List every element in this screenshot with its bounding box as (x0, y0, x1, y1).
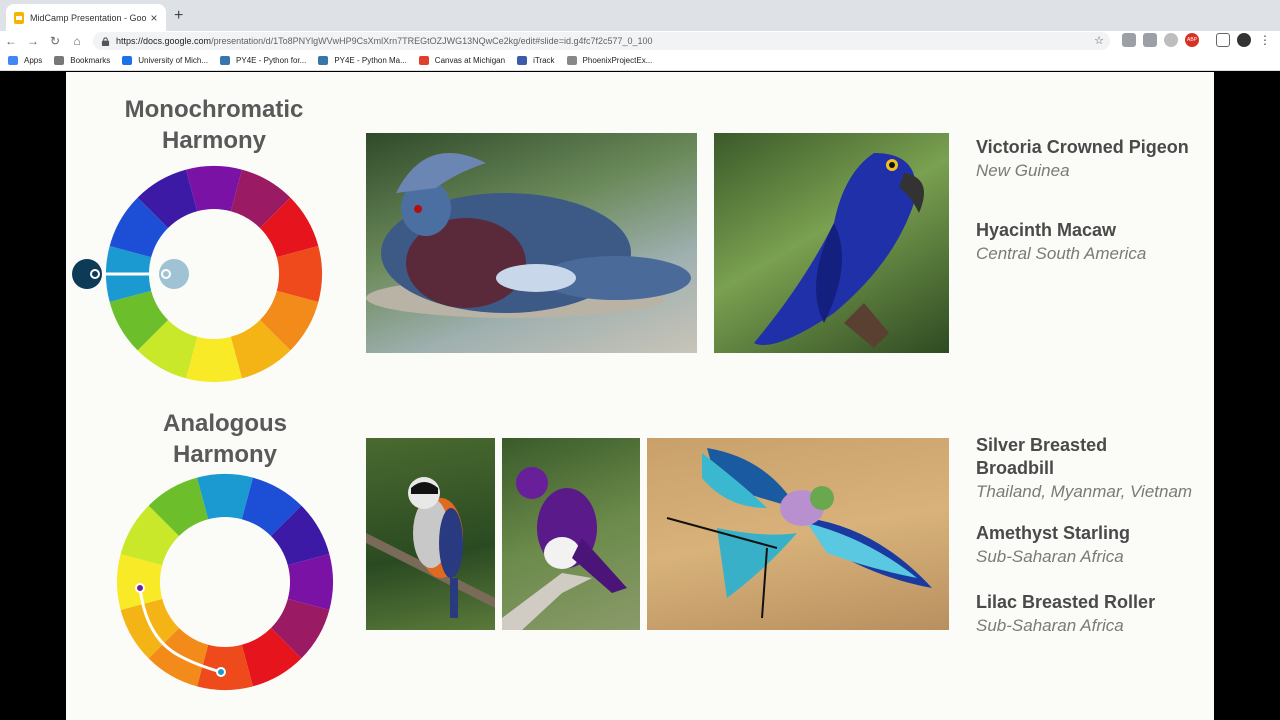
bookmark-label: University of Mich... (138, 56, 209, 65)
pigeon-illustration (366, 153, 691, 318)
starling-illustration (502, 467, 627, 630)
extension-icon[interactable] (1122, 33, 1136, 47)
profile-avatar-icon[interactable] (1237, 33, 1251, 47)
bookmark-item[interactable]: Apps (8, 56, 42, 65)
monochromatic-color-wheel (72, 166, 322, 382)
apps-icon (8, 56, 18, 65)
bird-name: Lilac Breasted Roller (976, 592, 1156, 612)
bird-name: Silver Breasted (976, 435, 1108, 455)
analogous-title: Analogous Harmony (115, 408, 335, 470)
title-line: Harmony (161, 127, 267, 154)
bookmark-item[interactable]: PY4E - Python for... (220, 56, 306, 65)
lock-icon (101, 36, 110, 46)
bird-name: Broadbill (976, 458, 1055, 478)
bookmark-label: iTrack (533, 56, 555, 65)
folder-icon (54, 56, 65, 65)
browser-tab-strip: MidCamp Presentation - Googl × + (0, 0, 1280, 31)
url-host: https://docs.google.com (116, 36, 212, 46)
bookmark-label: Canvas at Michigan (434, 56, 506, 65)
bookmark-item[interactable]: Bookmarks (54, 56, 110, 65)
bird-region: Central South America (976, 244, 1147, 263)
cast-icon[interactable] (1216, 33, 1230, 47)
hyacinth-macaw-photo (714, 133, 949, 353)
bird-name: Amethyst Starling (976, 523, 1131, 543)
bookmark-item[interactable]: PY4E - Python Ma... (318, 56, 407, 65)
page-icon (566, 56, 577, 65)
bookmark-item[interactable]: PhoenixProjectEx... (566, 56, 653, 65)
wheel-marker (216, 667, 226, 677)
python-icon (318, 56, 329, 65)
bookmarks-bar: Apps Bookmarks University of Mich... PY4E -… (0, 51, 1280, 71)
browser-toolbar: ← → ↻ ⌂ https://docs.google.com/presenta… (0, 31, 1280, 51)
home-button[interactable]: ⌂ (66, 34, 88, 48)
bookmark-item[interactable]: Canvas at Michigan (418, 56, 506, 65)
bird-region: Thailand, Myanmar, Vietnam (976, 482, 1193, 501)
browser-tab[interactable]: MidCamp Presentation - Googl × (6, 4, 166, 31)
python-icon (220, 56, 231, 65)
title-line: Harmony (172, 441, 278, 468)
new-tab-button[interactable]: + (174, 7, 183, 25)
dark-blue-swatch (72, 259, 102, 289)
menu-icon[interactable]: ⋮ (1258, 33, 1272, 47)
bookmark-item[interactable]: University of Mich... (122, 56, 208, 65)
extension-icon[interactable] (1143, 33, 1157, 47)
bird-region: Sub-Saharan Africa (976, 547, 1124, 566)
bird-region: Sub-Saharan Africa (976, 616, 1124, 635)
bird-region: New Guinea (976, 161, 1070, 180)
bookmark-label: PY4E - Python for... (236, 56, 307, 65)
reload-button[interactable]: ↻ (44, 34, 66, 48)
bookmark-label: PY4E - Python Ma... (334, 56, 407, 65)
silver-breasted-broadbill-photo (366, 438, 495, 630)
bookmark-label: Bookmarks (70, 56, 111, 65)
slides-favicon-icon (14, 11, 24, 24)
wheel-marker (135, 583, 145, 593)
address-bar[interactable]: https://docs.google.com/presentation/d/1… (93, 32, 1110, 50)
back-button[interactable]: ← (0, 34, 22, 48)
bookmark-item[interactable]: iTrack (517, 56, 555, 65)
title-line: Monochromatic (124, 96, 304, 123)
broadbill-illustration (366, 477, 495, 618)
roller-illustration (666, 448, 932, 619)
url-path: /presentation/d/1To8PNYlgWVwHP9CsXmlXrn7… (211, 36, 653, 46)
bookmark-star-icon[interactable]: ☆ (1094, 34, 1104, 47)
tab-title: MidCamp Presentation - Googl (30, 12, 146, 23)
adblock-icon[interactable]: ABP (1185, 33, 1199, 47)
bookmark-label: PhoenixProjectEx... (582, 56, 653, 65)
canvas-icon (418, 56, 429, 65)
bird-name: Hyacinth Macaw (976, 220, 1117, 240)
slide-canvas: Monochromatic Harmony Victoria Crowned P… (66, 72, 1214, 720)
amethyst-starling-photo (502, 438, 640, 630)
extension-icon[interactable] (1164, 33, 1178, 47)
light-blue-swatch (159, 259, 189, 289)
itrack-icon (517, 56, 528, 65)
title-line: Analogous (163, 410, 287, 437)
forward-button[interactable]: → (22, 34, 44, 48)
bird-name: Victoria Crowned Pigeon (976, 137, 1189, 157)
victoria-crowned-pigeon-photo (366, 133, 697, 353)
close-tab-icon[interactable]: × (146, 11, 162, 25)
link-icon (122, 56, 133, 65)
monochromatic-title: Monochromatic Harmony (104, 94, 324, 156)
lilac-breasted-roller-photo (647, 438, 949, 630)
macaw-illustration (754, 153, 924, 348)
analogous-color-wheel (117, 474, 333, 690)
bookmark-label: Apps (24, 56, 43, 65)
